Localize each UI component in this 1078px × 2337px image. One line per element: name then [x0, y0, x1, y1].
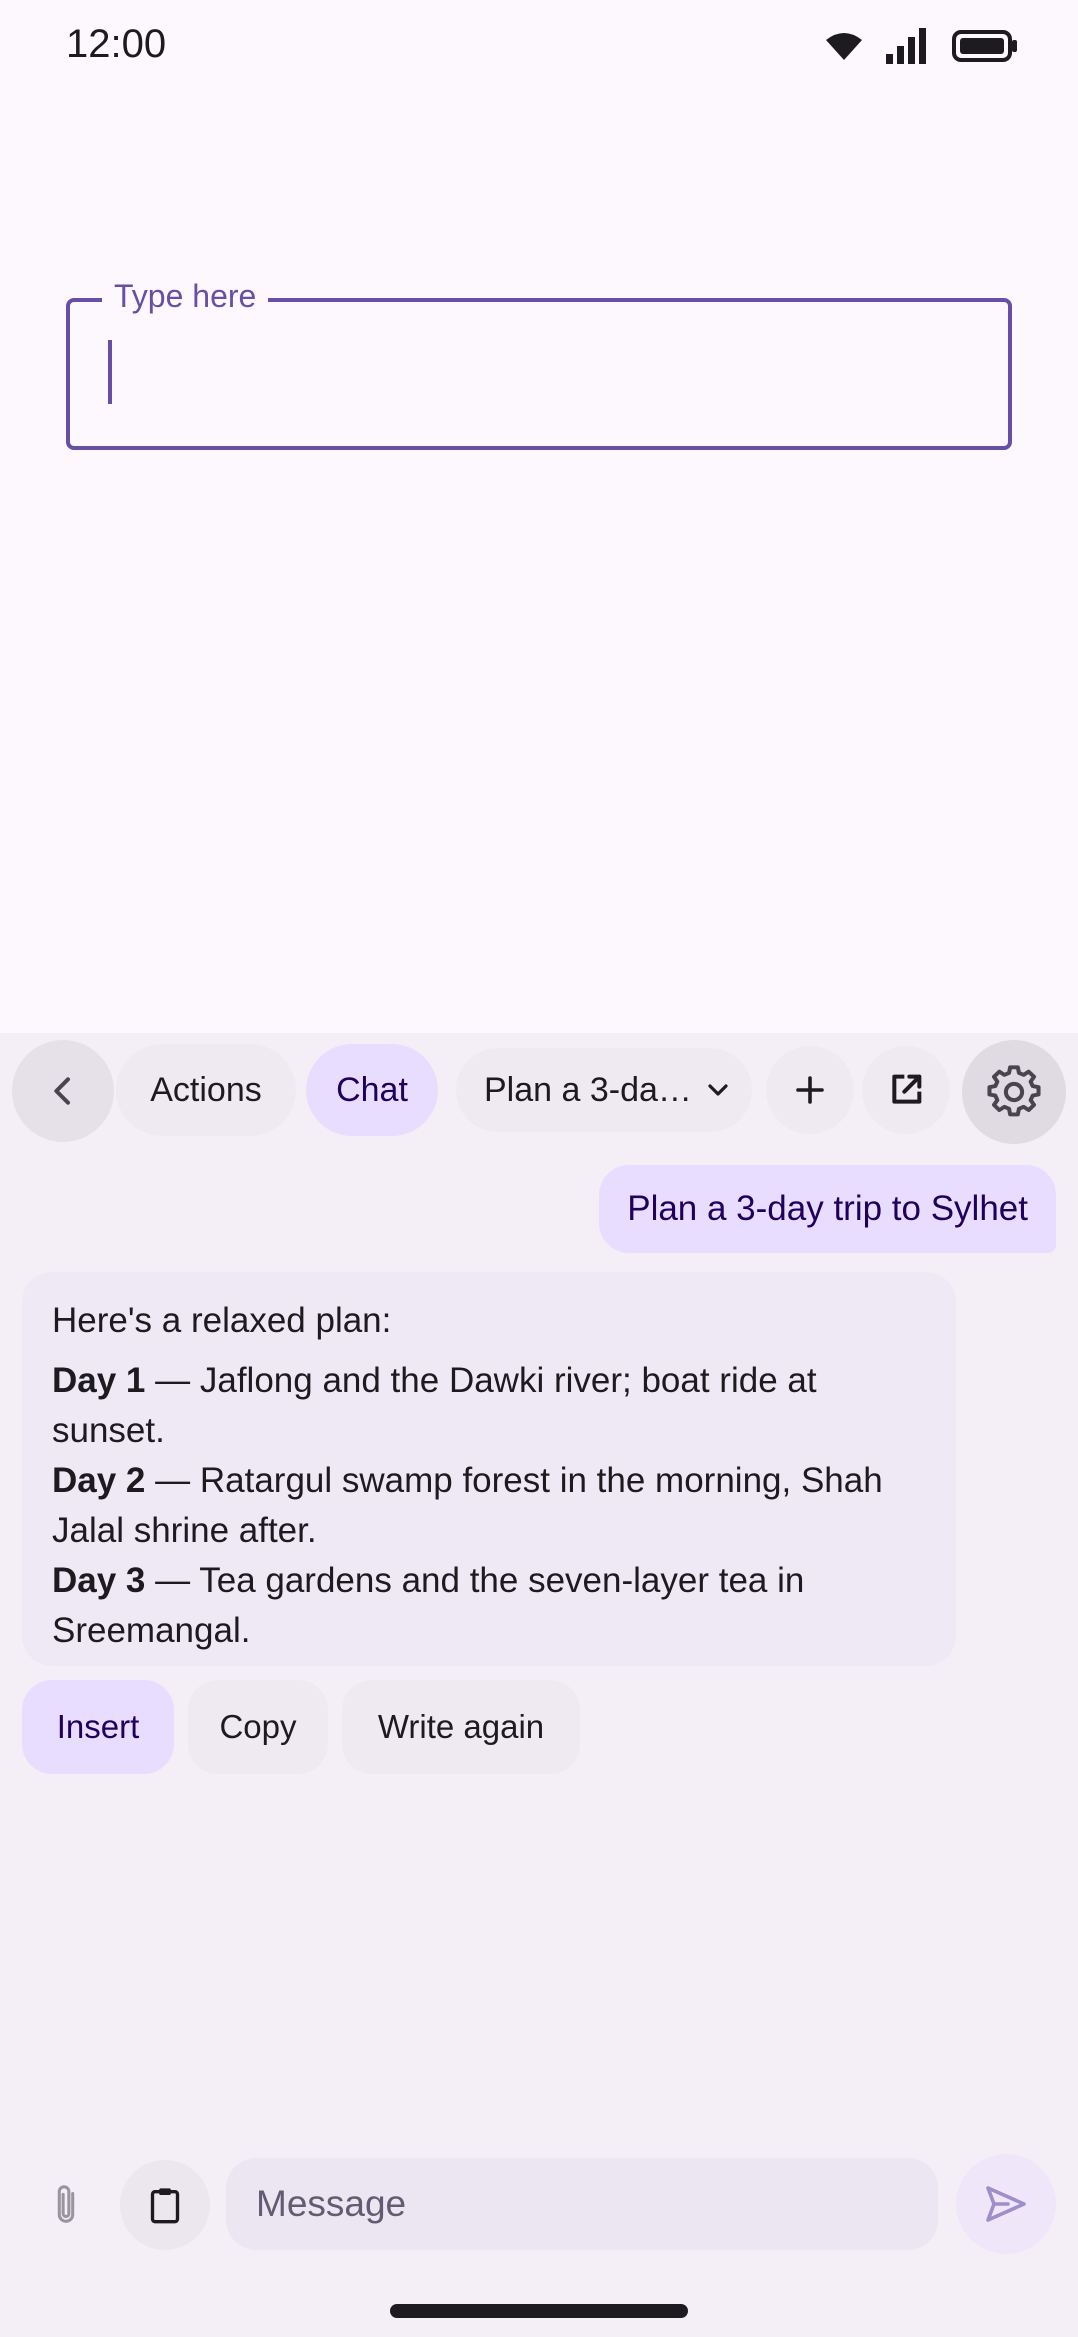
open-external-button[interactable]	[862, 1046, 950, 1134]
text-field-label: Type here	[102, 276, 269, 316]
reply-intro: Here's a relaxed plan:	[52, 1301, 392, 1340]
send-button[interactable]	[956, 2154, 1056, 2254]
assistant-toolbar: Actions Chat Plan a 3-da…	[0, 1040, 1078, 1144]
copy-button[interactable]: Copy	[188, 1680, 328, 1774]
status-icons	[824, 28, 1018, 64]
text-field-outline[interactable]	[66, 298, 1012, 450]
write-again-button[interactable]: Write again	[342, 1680, 580, 1774]
actions-tab[interactable]: Actions	[116, 1044, 296, 1136]
day-text: — Ratargul swamp forest in the morning, …	[52, 1461, 883, 1550]
battery-icon	[952, 30, 1017, 62]
day-label: Day 3	[52, 1561, 146, 1600]
day-text: — Jaflong and the Dawki river; boat ride…	[52, 1361, 817, 1450]
reply-day-item: Day 2 — Ratargul swamp forest in the mor…	[52, 1456, 926, 1556]
open-in-new-icon	[892, 1074, 922, 1104]
user-message-bubble: Plan a 3-day trip to Sylhet	[599, 1165, 1056, 1253]
new-chat-button[interactable]	[766, 1046, 854, 1134]
reply-day-item: Day 3 — Tea gardens and the seven-layer …	[52, 1556, 926, 1656]
clipboard-button[interactable]	[120, 2160, 210, 2250]
settings-button[interactable]	[962, 1040, 1066, 1144]
chat-tab[interactable]: Chat	[306, 1044, 438, 1136]
paperclip-icon	[57, 2185, 75, 2223]
conversation-select[interactable]: Plan a 3-da…	[456, 1048, 752, 1132]
conversation-select-label: Plan a 3-da…	[484, 1070, 692, 1109]
wifi-icon	[826, 33, 862, 60]
day-text: — Tea gardens and the seven-layer tea in…	[52, 1561, 805, 1650]
assistant-reply-bubble: Here's a relaxed plan: Day 1 — Jaflong a…	[22, 1272, 956, 1666]
message-input-bar	[0, 2150, 1078, 2260]
chevron-left-icon	[54, 1077, 70, 1105]
status-time: 12:00	[66, 22, 167, 66]
clipboard-icon	[150, 2188, 180, 2224]
type-here-field[interactable]: Type here	[66, 276, 1012, 450]
insert-button[interactable]: Insert	[22, 1680, 174, 1774]
day-label: Day 1	[52, 1361, 146, 1400]
status-bar: 12:00	[0, 0, 1078, 96]
signal-icon	[886, 28, 926, 64]
reply-day-item: Day 1 — Jaflong and the Dawki river; boa…	[52, 1356, 926, 1456]
day-label: Day 2	[52, 1461, 146, 1500]
back-button[interactable]	[12, 1040, 114, 1142]
text-cursor	[108, 340, 112, 404]
gear-icon	[987, 1065, 1041, 1117]
home-indicator[interactable]	[390, 2304, 688, 2318]
message-input[interactable]	[226, 2158, 938, 2250]
send-icon	[986, 2186, 1026, 2222]
plus-icon	[796, 1076, 824, 1104]
chevron-down-icon	[708, 1084, 728, 1096]
attach-button[interactable]	[30, 2162, 102, 2248]
